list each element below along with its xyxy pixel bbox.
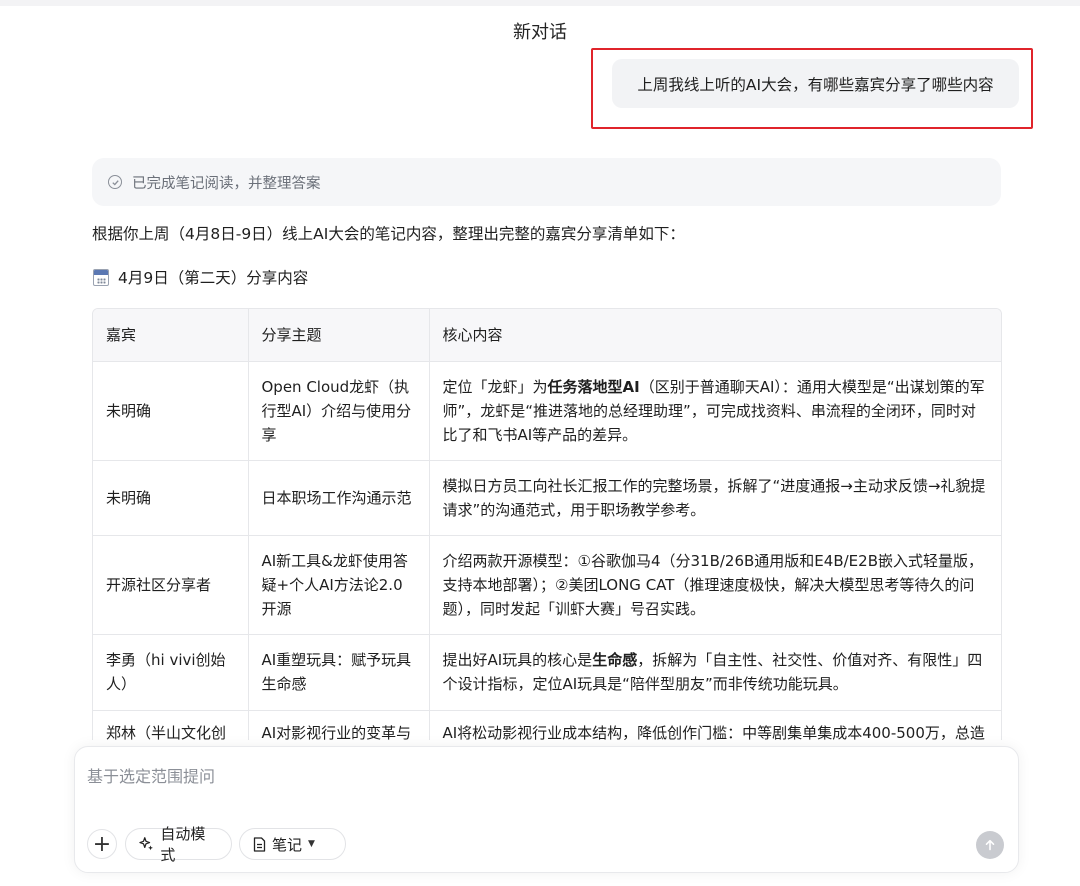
calendar-icon bbox=[93, 268, 109, 286]
guest-table: 嘉宾 分享主题 核心内容 未明确 Open Cloud龙虾（执行型AI）介绍与使… bbox=[92, 308, 1002, 740]
chevron-down-icon: ▼ bbox=[308, 839, 315, 849]
content-text: 模拟日方员工向社长汇报工作的完整场景，拆解了“进度通报→主动求反馈→礼貌提请求”… bbox=[442, 476, 986, 519]
document-icon bbox=[253, 836, 266, 852]
content-text: 介绍两款开源模型：①谷歌伽马4（分31B/26B通用版和E4B/E2B嵌入式轻量… bbox=[442, 551, 983, 618]
question-input[interactable]: 基于选定范围提问 bbox=[87, 763, 215, 787]
content-cell: 提出好AI玩具的核心是生命感，拆解为「自主性、社交性、价值对齐、有限性」四个设计… bbox=[429, 634, 1001, 711]
topic-cell: AI对影视行业的变革与 bbox=[248, 710, 430, 740]
topic-cell: AI重塑玩具：赋予玩具生命感 bbox=[248, 634, 430, 711]
plus-icon: + bbox=[92, 831, 112, 857]
guest-cell: 未明确 bbox=[93, 361, 249, 461]
table-row: 未明确 日本职场工作沟通示范 模拟日方员工向社长汇报工作的完整场景，拆解了“进度… bbox=[93, 460, 1001, 536]
table-row: 开源社区分享者 AI新工具&龙虾使用答疑+个人AI方法论2.0开源 介绍两款开源… bbox=[93, 535, 1001, 635]
content-cell: 定位「龙虾」为任务落地型AI（区别于普通聊天AI）：通用大模型是“出谋划策的军师… bbox=[429, 361, 1001, 461]
content-text: 提出好AI玩具的核心是 bbox=[442, 651, 593, 669]
header-guest: 嘉宾 bbox=[93, 309, 249, 362]
content-cell: 模拟日方员工向社长汇报工作的完整场景，拆解了“进度通报→主动求反馈→礼貌提请求”… bbox=[429, 460, 1001, 536]
status-text: 已完成笔记阅读，并整理答案 bbox=[132, 175, 321, 192]
reading-status-bar[interactable]: 已完成笔记阅读，并整理答案 bbox=[92, 158, 1001, 206]
auto-mode-button[interactable]: 自动模式 bbox=[125, 825, 232, 864]
content-bold: 生命感 bbox=[592, 651, 638, 669]
user-message-bubble: 上周我线上听的AI大会，有哪些嘉宾分享了哪些内容 bbox=[612, 59, 1019, 108]
header-topic: 分享主题 bbox=[248, 309, 430, 362]
notes-source-dropdown[interactable]: 笔记 ▼ bbox=[239, 828, 346, 860]
page-title: 新对话 bbox=[513, 22, 567, 43]
header-content: 核心内容 bbox=[429, 309, 1001, 362]
table-row: 未明确 Open Cloud龙虾（执行型AI）介绍与使用分享 定位「龙虾」为任务… bbox=[93, 361, 1001, 461]
table-row: 李勇（hi vivi创始人） AI重塑玩具：赋予玩具生命感 提出好AI玩具的核心… bbox=[93, 634, 1001, 711]
table-header-row: 嘉宾 分享主题 核心内容 bbox=[93, 309, 1001, 362]
topic-cell: AI新工具&龙虾使用答疑+个人AI方法论2.0开源 bbox=[248, 535, 430, 635]
table-row: 郑林（半山文化创 AI对影视行业的变革与 AI将松动影视行业成本结构，降低创作门… bbox=[93, 710, 1001, 741]
auto-mode-label: 自动模式 bbox=[160, 825, 206, 864]
topic-cell: 日本职场工作沟通示范 bbox=[248, 460, 430, 536]
composer-box[interactable]: 基于选定范围提问 + 自动模式 笔记 ▼ bbox=[74, 746, 1019, 873]
content-bold: 任务落地型AI bbox=[547, 377, 640, 396]
content-cell: AI将松动影视行业成本结构，降低创作门槛：中等剧集单集成本400-500万，总造 bbox=[429, 710, 1001, 741]
guest-cell: 开源社区分享者 bbox=[93, 535, 249, 635]
topic-cell: Open Cloud龙虾（执行型AI）介绍与使用分享 bbox=[248, 361, 430, 461]
notes-label: 笔记 bbox=[272, 835, 303, 854]
check-circle-icon bbox=[108, 175, 122, 189]
answer-intro: 根据你上周（4月8日-9日）线上AI大会的笔记内容，整理出完整的嘉宾分享清单如下… bbox=[92, 225, 685, 243]
content-text: 定位「龙虾」为 bbox=[442, 377, 548, 396]
sparkle-icon bbox=[139, 837, 153, 851]
guest-cell: 未明确 bbox=[93, 460, 249, 536]
top-strip bbox=[0, 0, 1080, 6]
send-button[interactable] bbox=[976, 831, 1004, 859]
arrow-up-icon bbox=[985, 839, 995, 851]
day-heading: 4月9日（第二天）分享内容 bbox=[93, 266, 308, 288]
guest-cell: 李勇（hi vivi创始人） bbox=[93, 634, 249, 711]
content-text: AI将松动影视行业成本结构，降低创作门槛：中等剧集单集成本400-500万，总造 bbox=[442, 723, 985, 741]
content-cell: 介绍两款开源模型：①谷歌伽马4（分31B/26B通用版和E4B/E2B嵌入式轻量… bbox=[429, 535, 1001, 635]
guest-cell: 郑林（半山文化创 bbox=[93, 710, 249, 740]
add-button[interactable]: + bbox=[87, 829, 117, 859]
day-heading-text: 4月9日（第二天）分享内容 bbox=[118, 269, 309, 287]
